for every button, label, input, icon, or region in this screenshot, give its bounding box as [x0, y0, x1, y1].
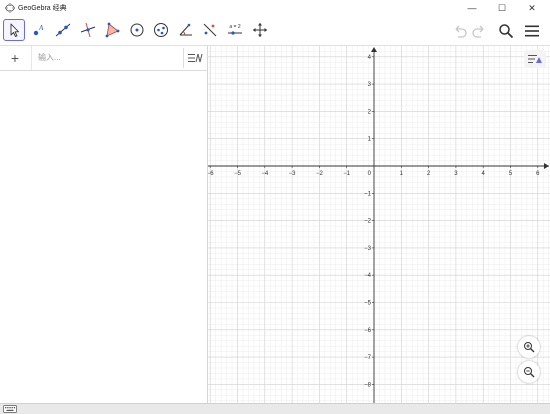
x-tick-label: −4	[261, 171, 269, 177]
angle-icon	[179, 23, 192, 36]
y-axis-arrow	[371, 47, 377, 52]
slider-tool-label: a = 2	[229, 24, 240, 30]
ellipse-icon	[154, 23, 168, 37]
y-tick-label: −8	[364, 382, 372, 388]
svg-text:A: A	[38, 24, 44, 32]
x-tick-label: −6	[208, 171, 214, 177]
y-tick-label: −2	[364, 219, 372, 225]
maximize-button[interactable]: ☐	[488, 0, 516, 16]
x-tick-label: 4	[482, 171, 486, 177]
search-icon	[499, 24, 514, 39]
y-tick-label: 2	[368, 109, 372, 115]
algebra-style-icon	[188, 53, 203, 63]
y-axis-tick-labels: 4 3 2 1 −1 −2 −3 −4 −5 −6 −7 −8	[364, 55, 372, 389]
polygon-tool-button[interactable]	[101, 19, 123, 41]
y-tick-label: 1	[368, 137, 372, 143]
zoom-in-button[interactable]	[518, 336, 540, 358]
angle-tool-button[interactable]	[175, 19, 197, 41]
redo-button[interactable]	[470, 22, 488, 40]
y-tick-label: −4	[364, 273, 372, 279]
zoom-out-icon	[524, 367, 535, 378]
x-tick-label: −1	[343, 171, 351, 177]
pan-icon	[253, 23, 267, 37]
circle-tool-button[interactable]	[126, 19, 148, 41]
algebra-input-row: + 输入...	[0, 46, 207, 71]
algebra-sort-menu-button[interactable]	[183, 48, 206, 68]
x-tick-label: −5	[234, 171, 242, 177]
x-tick-label: 1	[400, 171, 404, 177]
perpendicular-icon	[80, 22, 96, 38]
style-bar-icon	[528, 55, 542, 63]
y-tick-label: −3	[364, 246, 372, 252]
y-tick-label: −5	[364, 301, 372, 307]
reflect-tool-button[interactable]	[199, 19, 221, 41]
keyboard-icon[interactable]	[3, 405, 17, 413]
point-a-icon: A	[33, 24, 44, 36]
search-button[interactable]	[497, 22, 515, 40]
slider-icon: a = 2	[228, 24, 242, 35]
bottom-bar	[0, 403, 550, 414]
algebra-view: + 输入...	[0, 46, 208, 403]
polygon-icon	[105, 22, 120, 38]
x-tick-label: 5	[509, 171, 513, 177]
title-bar: GeoGebra 经典 — ☐ ✕	[0, 0, 550, 16]
perpendicular-line-tool-button[interactable]	[77, 19, 99, 41]
line-tool-button[interactable]	[52, 19, 74, 41]
move-graphics-view-tool-button[interactable]	[249, 19, 271, 41]
x-axis-arrow	[544, 163, 549, 169]
y-tick-label: −7	[364, 355, 372, 361]
graphics-style-bar-button[interactable]	[524, 50, 546, 68]
minor-grid	[208, 46, 550, 403]
minimize-button[interactable]: —	[458, 0, 486, 16]
y-tick-label: −6	[364, 328, 372, 334]
circle-center-icon	[130, 23, 144, 37]
zoom-out-button[interactable]	[518, 361, 540, 383]
x-tick-label: 0	[368, 171, 372, 177]
graphics-view[interactable]: −6 −5 −4 −3 −2 −1 0 1 2 3 4 5 6 4 3 2 1 −1 −2 −3 −4 −5 −6 −7 −8	[208, 46, 550, 403]
window-title: GeoGebra 经典	[18, 5, 67, 12]
y-tick-label: 4	[368, 55, 372, 61]
geogebra-logo-icon	[5, 3, 15, 13]
coordinate-grid[interactable]: −6 −5 −4 −3 −2 −1 0 1 2 3 4 5 6 4 3 2 1 −1 −2 −3 −4 −5 −6 −7 −8	[208, 46, 550, 403]
reflect-icon	[203, 23, 217, 37]
slider-tool-button[interactable]: a = 2	[224, 19, 246, 41]
undo-icon	[455, 25, 467, 38]
redo-icon	[472, 25, 484, 38]
y-tick-label: −1	[364, 191, 372, 197]
hamburger-menu-icon	[525, 25, 539, 37]
x-tick-label: 3	[454, 171, 458, 177]
close-button[interactable]: ✕	[518, 0, 546, 16]
line-icon	[55, 23, 71, 37]
undo-button[interactable]	[451, 22, 469, 40]
algebra-input-field[interactable]: 输入...	[31, 46, 181, 70]
y-tick-label: 3	[368, 82, 372, 88]
add-item-button[interactable]: +	[0, 46, 30, 70]
x-tick-label: −3	[289, 171, 297, 177]
move-tool-button[interactable]	[3, 19, 25, 41]
x-tick-label: −2	[316, 171, 324, 177]
zoom-in-icon	[524, 342, 535, 353]
x-tick-label: 2	[427, 171, 431, 177]
arrow-cursor-icon	[10, 23, 19, 37]
point-tool-button[interactable]: A	[28, 19, 50, 41]
x-tick-label: 6	[536, 171, 540, 177]
ellipse-tool-button[interactable]	[150, 19, 172, 41]
toolbar: A a = 2	[0, 16, 550, 46]
main-menu-button[interactable]	[523, 22, 541, 40]
